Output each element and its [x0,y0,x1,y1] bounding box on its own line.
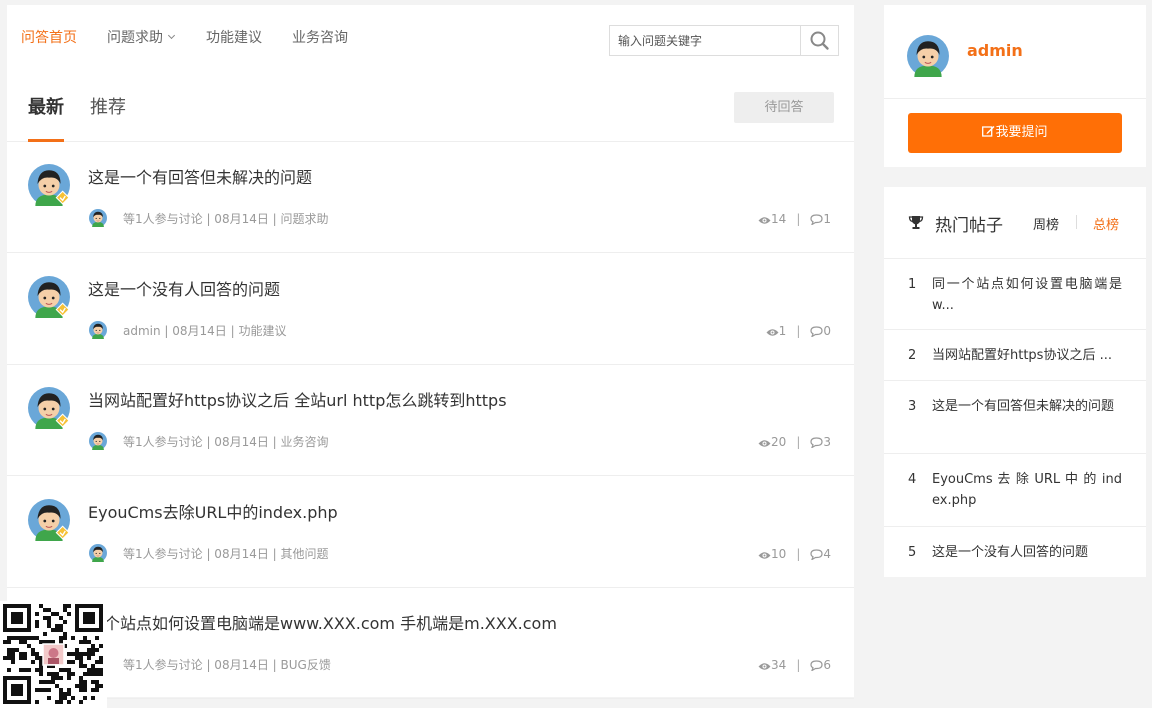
stat-separator: | [796,546,801,561]
participant-avatar [89,209,107,227]
view-count: 20 [771,435,787,449]
nav-help-label: 问题求助 [107,30,163,46]
nav-suggestions[interactable]: 功能建议 [206,29,262,47]
question-meta: 等1人参与讨论 | 08月14日 | 其他问题 [123,546,329,561]
question-stats: 20 | 3 [758,434,831,450]
author-avatar[interactable] [28,164,70,206]
hot-post-item[interactable]: 3 这是一个有回答但未解决的问题 [884,381,1146,454]
question-stats: 34 | 6 [758,657,831,673]
reply-count: 4 [823,546,831,561]
question-meta: 等1人参与讨论 | 08月14日 | 业务咨询 [123,435,329,449]
stat-separator: | [796,658,801,672]
hot-post-title: EyouCms 去 除 URL 中 的 index.php [932,472,1122,508]
question-item: 这是一个有回答但未解决的问题等1人参与讨论 | 08月14日 | 问题求助 14 |… [7,142,854,253]
question-stats: 14 | 1 [758,211,831,227]
search-icon [810,31,829,50]
hot-post-title: 这是一个有回答但未解决的问题 [932,399,1115,414]
comment-icon [810,660,823,672]
trophy-icon [908,216,924,229]
reply-count: 0 [823,323,831,338]
user-card: admin 我要提问 [884,5,1146,167]
chevron-down-icon [167,31,176,40]
question-meta: 等1人参与讨论 | 08月14日 | BUG反馈 [123,658,331,672]
tab-latest[interactable]: 最新 [28,96,64,120]
hot-post-rank: 1 [908,277,917,292]
comment-icon [810,548,823,561]
comment-icon [810,325,823,338]
view-count: 34 [771,658,787,672]
hot-post-item[interactable]: 5 这是一个没有人回答的问题 [884,527,1146,577]
reply-count: 6 [823,658,831,672]
question-title[interactable]: 这是一个有回答但未解决的问题 [88,168,312,188]
tab-total[interactable]: 总榜 [1093,214,1119,233]
eye-icon [766,328,779,336]
hot-post-title: 这是一个没有人回答的问题 [932,545,1089,560]
main-panel: 问答首页 问题求助 功能建议 业务咨询 最新 推荐 待回答 这是一个有回答但未解… [7,5,854,699]
question-item: EyouCms去除URL中的index.php 等1人参与讨论 | 08月14日 … [7,477,854,588]
question-title[interactable]: 当网站配置好https协议之后 全站url http怎么跳转到https [88,391,507,411]
nav-help[interactable]: 问题求助 [107,29,176,47]
question-title[interactable]: 这是一个没有人回答的问题 [88,280,280,300]
reply-count: 1 [823,212,831,226]
hot-post-title: 同一个站点如何设置电脑端是w... [932,277,1122,313]
participant-avatar [89,543,107,562]
question-stats: 10 | 4 [758,546,831,562]
participant-avatar [89,432,107,450]
eye-icon [758,440,771,447]
eye-icon [758,663,771,670]
stat-separator: | [796,212,801,226]
tab-recommended[interactable]: 推荐 [90,96,126,120]
hot-post-rank: 5 [908,545,917,560]
nav-home[interactable]: 问答首页 [21,29,77,47]
hot-post-item[interactable]: 1 同一个站点如何设置电脑端是w... [884,259,1146,330]
comment-icon [810,214,823,226]
eye-icon [758,551,771,559]
author-avatar[interactable] [28,387,70,429]
hot-posts-panel: 热门帖子 周榜 总榜 1 同一个站点如何设置电脑端是w... 2 当网站配置好http… [884,187,1146,577]
eye-icon [758,217,771,224]
question-item: 这是一个没有人回答的问题 admin | 08月14日 | 功能建议 1 | 0 [7,254,854,365]
view-count: 14 [771,212,787,226]
top-nav: 问答首页 问题求助 功能建议 业务咨询 [7,5,854,75]
comment-icon [810,437,823,449]
question-item: 一个站点如何设置电脑端是www.XXX.com 手机端是m.XXX.com 等1人… [7,588,854,699]
participant-avatar [89,320,107,339]
question-meta: admin | 08月14日 | 功能建议 [123,323,287,338]
edit-icon [982,126,995,137]
hot-post-title: 当网站配置好https协议之后 ... [932,348,1112,363]
hot-posts-title: 热门帖子 [935,216,1003,236]
hot-post-rank: 3 [908,399,917,414]
search-input[interactable] [610,26,800,55]
question-meta: 等1人参与讨论 | 08月14日 | 问题求助 [123,212,329,226]
hot-posts-header: 热门帖子 周榜 总榜 [884,187,1146,259]
search-box [609,25,839,56]
hot-post-item[interactable]: 2 当网站配置好https协议之后 ... [884,330,1146,381]
tab-bar: 最新 推荐 待回答 [7,75,854,142]
view-count: 1 [778,323,787,338]
question-title[interactable]: 一个站点如何设置电脑端是www.XXX.com 手机端是m.XXX.com [88,614,557,634]
ask-question-button[interactable]: 我要提问 [908,113,1122,153]
question-title[interactable]: EyouCms去除URL中的index.php [88,503,338,523]
divider [884,98,1146,99]
hot-post-rank: 4 [908,472,917,487]
user-avatar [907,35,949,77]
question-stats: 1 | 0 [766,323,831,339]
stat-separator: | [796,323,801,338]
hot-post-item[interactable]: 4 EyouCms 去 除 URL 中 的 index.php [884,454,1146,527]
question-item: 当网站配置好https协议之后 全站url http怎么跳转到https 等1人参… [7,365,854,476]
tab-weekly[interactable]: 周榜 [1033,214,1059,233]
stat-separator: | [796,435,801,449]
hot-post-rank: 2 [908,348,917,363]
user-name[interactable]: admin [967,41,1023,60]
qr-code[interactable] [0,601,107,708]
reply-count: 3 [823,435,831,449]
pending-answer-button[interactable]: 待回答 [734,92,834,123]
divider [1076,215,1077,229]
author-avatar[interactable] [28,275,70,318]
nav-business[interactable]: 业务咨询 [292,29,348,47]
ask-button-label: 我要提问 [995,125,1048,140]
view-count: 10 [771,546,787,561]
search-button[interactable] [800,26,838,55]
author-avatar[interactable] [28,498,70,541]
